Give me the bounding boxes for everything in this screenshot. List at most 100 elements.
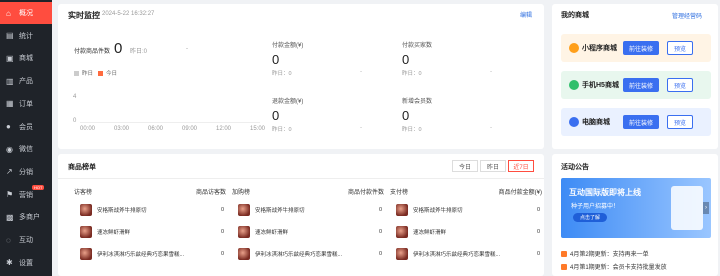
metric-card: 新增会员数 0 昨日：0 - xyxy=(402,96,492,133)
product-name: 安格斯战斧牛排原切 xyxy=(255,208,305,214)
shop-type-icon xyxy=(569,43,579,53)
ranking-row[interactable]: 安格斯战斧牛排原切 0 xyxy=(232,199,384,221)
ranking-row[interactable]: 伊利冰淇淋巧乐兹经典巧恋果雪糕... 0 xyxy=(390,243,542,265)
ranking-row[interactable]: 速冻鲜虾滑鲜 0 xyxy=(232,221,384,243)
share-icon: ↗ xyxy=(6,167,13,177)
tab-yesterday[interactable]: 昨日 xyxy=(480,160,506,172)
ranking-row[interactable]: 速冻鲜虾滑鲜 0 xyxy=(74,221,226,243)
ranking-header: 支付榜 商品付款金额(¥) xyxy=(390,187,542,199)
product-name: 伊利冰淇淋巧乐兹经典巧恋果雪糕... xyxy=(413,252,501,258)
ranking-header: 加购榜 商品付款件数 xyxy=(232,187,384,199)
metric-label: 新增会员数 xyxy=(402,99,433,105)
sidebar-item-2[interactable]: ▣ 商城 xyxy=(0,47,52,69)
metric-label: 付款买家数 xyxy=(402,43,433,49)
product-value: 0 xyxy=(220,251,224,257)
banner-subtitle: 种子用户招募中！ xyxy=(571,204,620,210)
sidebar-item-5[interactable]: ● 会员 xyxy=(0,116,52,138)
metric-compare: 昨日：0 - xyxy=(272,125,362,133)
x-tick: 09:00 xyxy=(182,126,198,132)
metric-value: 0 xyxy=(272,52,280,67)
announcement-text: 4月第2期更新：支持再来一单 xyxy=(570,252,649,258)
ranking-divider xyxy=(58,178,544,179)
metric-dash: - xyxy=(490,125,492,131)
shop-card: 手机H5商城 前往装修 预览 xyxy=(561,71,711,99)
sidebar-item-3[interactable]: ▥ 产品 xyxy=(0,70,52,92)
announcement-icon xyxy=(561,263,567,270)
announcement-item[interactable]: 4月第1期更新：会员卡支持批量发放 xyxy=(561,262,667,271)
preview-button[interactable]: 预览 xyxy=(667,41,693,55)
x-tick: 06:00 xyxy=(148,126,164,132)
edit-link[interactable]: 编辑 xyxy=(520,10,532,19)
metric-dash: - xyxy=(360,69,362,75)
preview-button[interactable]: 预览 xyxy=(667,78,693,92)
legend-yesterday-label: 昨日 xyxy=(82,71,94,77)
sidebar-item-label: 设置 xyxy=(19,259,33,267)
metric-compare: 昨日：0 - xyxy=(402,125,492,133)
metric-compare: 昨日：0 - xyxy=(272,69,362,77)
metric-value: 0 xyxy=(402,52,410,67)
store-icon: ▩ xyxy=(6,212,14,222)
ranking-row[interactable]: 伊利冰淇淋巧乐兹经典巧恋果雪糕... 0 xyxy=(232,243,384,265)
product-value: 0 xyxy=(378,229,382,235)
sidebar-item-11[interactable]: ✱ 设置 xyxy=(0,252,52,274)
ranking-row[interactable]: 安格斯战斧牛排原切 0 xyxy=(74,199,226,221)
shop-card: 小程序商城 前往装修 预览 xyxy=(561,34,711,62)
metric-card: 退款金额(¥) 0 昨日：0 - xyxy=(272,96,362,133)
banner-next-arrow[interactable]: › xyxy=(703,202,709,214)
sidebar-item-1[interactable]: ▤ 统计 xyxy=(0,25,52,47)
sidebar-item-9[interactable]: ▩ 多商户 xyxy=(0,206,52,228)
metric-compare: 昨日：0 - xyxy=(402,69,492,77)
shop-type-icon xyxy=(569,117,579,127)
sidebar-item-6[interactable]: ◉ 微信 xyxy=(0,138,52,160)
banner-button[interactable]: 点击了解 xyxy=(573,213,607,222)
realtime-timestamp: 2024-5-22 16:32:27 xyxy=(102,11,155,17)
banner-illustration xyxy=(671,186,703,230)
manage-code-link[interactable]: 管理经营码 xyxy=(672,11,702,20)
tab-today[interactable]: 今日 xyxy=(452,160,478,172)
wechat-icon: ◉ xyxy=(6,144,13,154)
preview-button[interactable]: 预览 xyxy=(667,115,693,129)
ranking-row[interactable]: 伊利冰淇淋巧乐兹经典巧恋果雪糕... 0 xyxy=(74,243,226,265)
sidebar-item-label: 分销 xyxy=(19,168,33,176)
paid-items-dash: - xyxy=(186,46,188,52)
sidebar-item-label: 统计 xyxy=(19,32,33,40)
product-value: 0 xyxy=(536,229,540,235)
sidebar-item-0[interactable]: ⌂ 概况 xyxy=(0,2,52,24)
product-name: 速冻鲜虾滑鲜 xyxy=(97,230,131,236)
product-thumbnail xyxy=(80,226,92,238)
sidebar-item-10[interactable]: ◌ 互动 xyxy=(0,229,52,251)
sidebar-item-7[interactable]: ↗ 分销 xyxy=(0,161,52,183)
product-value: 0 xyxy=(536,251,540,257)
product-value: 0 xyxy=(378,251,382,257)
tab-last7days[interactable]: 近7日 xyxy=(508,160,534,172)
chat-icon: ◌ xyxy=(6,235,11,245)
sidebar-item-label: 微信 xyxy=(19,146,33,154)
metric-card: 付款金额(¥) 0 昨日：0 - xyxy=(272,40,362,77)
shop-icon: ▣ xyxy=(6,53,14,63)
decorate-button[interactable]: 前往装修 xyxy=(623,115,659,129)
metric-dash: - xyxy=(360,125,362,131)
product-name: 速冻鲜虾滑鲜 xyxy=(255,230,289,236)
ranking-metric: 商品付款金额(¥) xyxy=(498,190,542,196)
product-thumbnail xyxy=(396,204,408,216)
announcement-item[interactable]: 4月第2期更新：支持再来一单 xyxy=(561,249,649,258)
myshop-title: 我的商城 xyxy=(561,12,589,19)
ranking-row[interactable]: 速冻鲜虾滑鲜 0 xyxy=(390,221,542,243)
x-tick: 12:00 xyxy=(216,126,232,132)
sidebar-item-4[interactable]: ▦ 订单 xyxy=(0,93,52,115)
decorate-button[interactable]: 前往装修 xyxy=(623,41,659,55)
decorate-button[interactable]: 前往装修 xyxy=(623,78,659,92)
sidebar-item-label: 多商户 xyxy=(19,214,40,222)
product-thumbnail xyxy=(396,248,408,260)
ranking-name: 支付榜 xyxy=(390,190,409,196)
ranking-row[interactable]: 安格斯战斧牛排原切 0 xyxy=(390,199,542,221)
metric-label: 付款金额(¥) xyxy=(272,43,304,49)
ranking-metric: 商品访客数 xyxy=(195,190,226,196)
announce-banner[interactable]: 互动国际版即将上线 种子用户招募中！ 点击了解 › xyxy=(561,178,711,238)
metric-label: 退款金额(¥) xyxy=(272,99,304,105)
sidebar-item-8[interactable]: ⚑ 营销 HOT xyxy=(0,184,52,206)
legend-yesterday-swatch xyxy=(74,70,79,76)
flag-icon: ⚑ xyxy=(6,190,14,200)
home-icon: ⌂ xyxy=(6,8,11,18)
metric-value: 0 xyxy=(272,108,280,123)
